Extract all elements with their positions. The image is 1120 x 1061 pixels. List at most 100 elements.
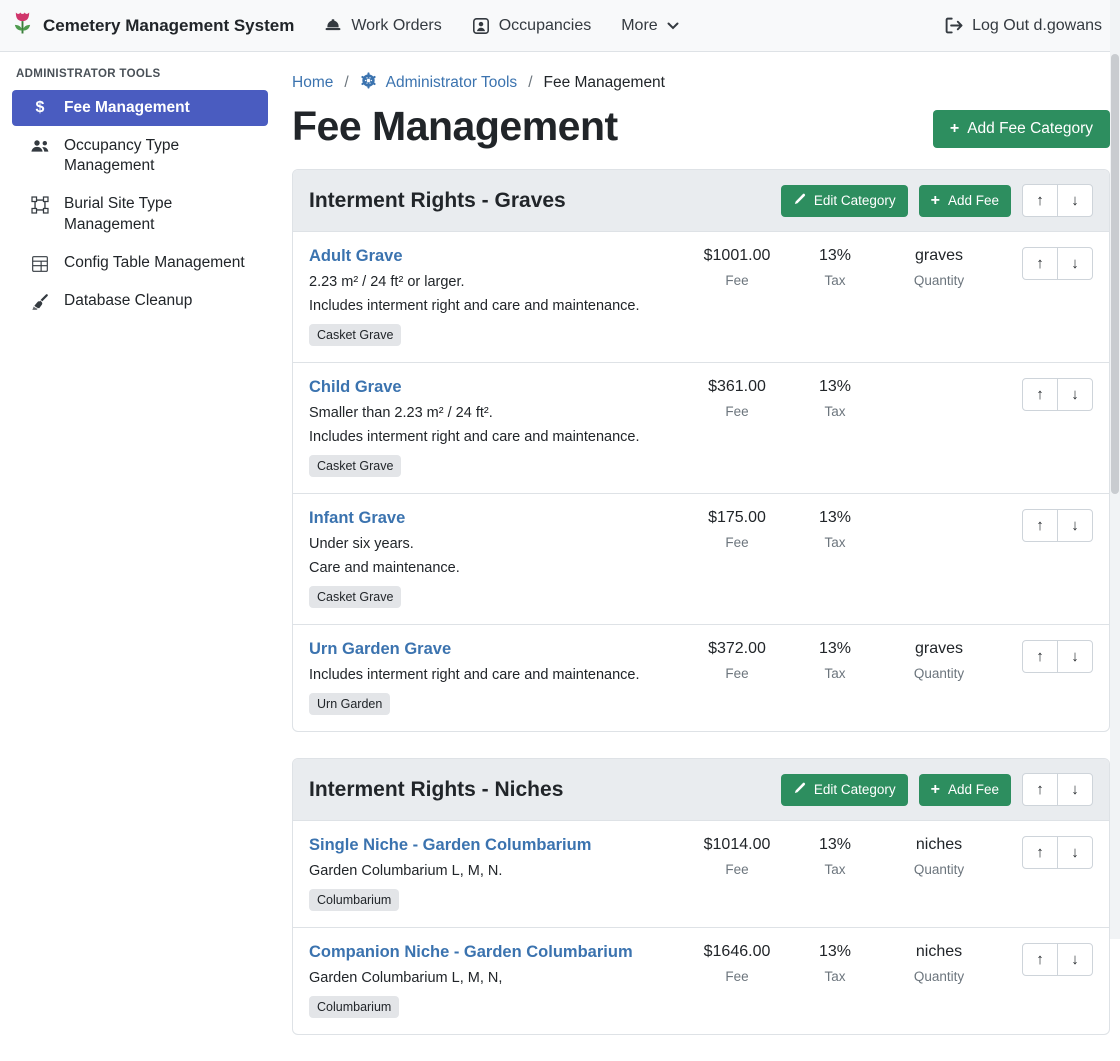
fee-name-link[interactable]: Companion Niche - Garden Columbarium bbox=[309, 943, 633, 962]
arrow-up-icon: ↑ bbox=[1036, 517, 1044, 534]
logout-link[interactable]: Log Out d.gowans bbox=[944, 16, 1102, 35]
breadcrumb-separator: / bbox=[528, 74, 532, 92]
fee-quantity-label: Quantity bbox=[878, 273, 1000, 288]
nav-label: Occupancies bbox=[499, 17, 592, 35]
add-fee-button[interactable]: + Add Fee bbox=[919, 774, 1011, 806]
fee-tax: 13% bbox=[792, 378, 878, 396]
fee-name-link[interactable]: Single Niche - Garden Columbarium bbox=[309, 836, 591, 855]
pencil-icon bbox=[793, 782, 806, 798]
arrow-down-icon: ↓ bbox=[1071, 517, 1079, 534]
top-navbar: Cemetery Management System Work Orders bbox=[0, 0, 1120, 52]
fee-description: Care and maintenance. bbox=[309, 560, 668, 576]
move-fee-up-button[interactable]: ↑ bbox=[1022, 943, 1058, 976]
nav-work-orders[interactable]: Work Orders bbox=[324, 17, 441, 35]
fee-quantity: niches bbox=[878, 836, 1000, 854]
move-category-up-button[interactable]: ↑ bbox=[1022, 184, 1058, 217]
fee-type-badge: Casket Grave bbox=[309, 586, 401, 608]
move-fee-down-button[interactable]: ↓ bbox=[1057, 509, 1093, 542]
app-title: Cemetery Management System bbox=[43, 16, 294, 36]
plus-icon: + bbox=[950, 121, 959, 137]
fee-amount-col: $1001.00 Fee bbox=[682, 247, 792, 288]
fee-name-link[interactable]: Urn Garden Grave bbox=[309, 640, 451, 659]
fee-row-child-grave: Child Grave Smaller than 2.23 m² / 24 ft… bbox=[293, 363, 1109, 494]
chevron-down-icon bbox=[667, 22, 679, 30]
fee-name-link[interactable]: Infant Grave bbox=[309, 509, 405, 528]
edit-category-button[interactable]: Edit Category bbox=[781, 185, 908, 217]
tulip-logo-icon bbox=[12, 10, 33, 41]
logout-label: Log Out d.gowans bbox=[972, 17, 1102, 35]
add-fee-category-button[interactable]: + Add Fee Category bbox=[933, 110, 1110, 148]
fee-row-adult-grave: Adult Grave 2.23 m² / 24 ft² or larger. … bbox=[293, 232, 1109, 363]
arrow-up-icon: ↑ bbox=[1036, 951, 1044, 968]
fee-reorder-buttons: ↑ ↓ bbox=[1022, 509, 1093, 542]
sidebar-item-fee-management[interactable]: $ Fee Management bbox=[12, 90, 268, 126]
fee-amount-label: Fee bbox=[682, 862, 792, 877]
fee-name-link[interactable]: Child Grave bbox=[309, 378, 402, 397]
breadcrumb-admin-tools-link[interactable]: Administrator Tools bbox=[360, 72, 518, 94]
sidebar-item-occupancy-type-management[interactable]: Occupancy Type Management bbox=[12, 128, 268, 184]
move-fee-up-button[interactable]: ↑ bbox=[1022, 247, 1058, 280]
fee-tax-label: Tax bbox=[792, 535, 878, 550]
fee-amount-label: Fee bbox=[682, 666, 792, 681]
fee-name-link[interactable]: Adult Grave bbox=[309, 247, 403, 266]
sidebar-item-burial-site-type-management[interactable]: Burial Site Type Management bbox=[12, 186, 268, 242]
fee-amount-label: Fee bbox=[682, 535, 792, 550]
sidebar-item-config-table-management[interactable]: Config Table Management bbox=[12, 245, 268, 281]
fee-amount: $175.00 bbox=[682, 509, 792, 527]
hard-hat-icon bbox=[324, 17, 342, 35]
nav-label: Work Orders bbox=[351, 17, 441, 35]
arrow-up-icon: ↑ bbox=[1036, 192, 1044, 209]
fee-category-card-graves: Interment Rights - Graves Edit Category … bbox=[292, 169, 1110, 732]
fee-amount-label: Fee bbox=[682, 969, 792, 984]
arrow-up-icon: ↑ bbox=[1036, 648, 1044, 665]
people-icon bbox=[30, 138, 50, 154]
arrow-up-icon: ↑ bbox=[1036, 781, 1044, 798]
vertical-scrollbar[interactable] bbox=[1110, 0, 1120, 939]
nav-label: More bbox=[621, 17, 657, 35]
app-brand[interactable]: Cemetery Management System bbox=[12, 10, 294, 41]
move-fee-up-button[interactable]: ↑ bbox=[1022, 640, 1058, 673]
add-fee-button[interactable]: + Add Fee bbox=[919, 185, 1011, 217]
move-fee-up-button[interactable]: ↑ bbox=[1022, 836, 1058, 869]
move-fee-up-button[interactable]: ↑ bbox=[1022, 509, 1058, 542]
plus-icon: + bbox=[931, 782, 940, 798]
arrow-down-icon: ↓ bbox=[1071, 781, 1079, 798]
fee-amount-col: $361.00 Fee bbox=[682, 378, 792, 419]
breadcrumb-separator: / bbox=[344, 74, 348, 92]
pencil-icon bbox=[793, 193, 806, 209]
breadcrumb-home-link[interactable]: Home bbox=[292, 74, 333, 92]
fee-reorder-buttons: ↑ ↓ bbox=[1022, 640, 1093, 673]
fee-tax-col: 13% Tax bbox=[792, 640, 878, 681]
category-title: Interment Rights - Niches bbox=[309, 778, 781, 802]
fee-amount: $1646.00 bbox=[682, 943, 792, 961]
move-fee-down-button[interactable]: ↓ bbox=[1057, 836, 1093, 869]
move-fee-down-button[interactable]: ↓ bbox=[1057, 247, 1093, 280]
page-title: Fee Management bbox=[292, 102, 618, 151]
move-category-up-button[interactable]: ↑ bbox=[1022, 773, 1058, 806]
arrow-down-icon: ↓ bbox=[1071, 951, 1079, 968]
logout-icon bbox=[944, 16, 963, 35]
move-fee-up-button[interactable]: ↑ bbox=[1022, 378, 1058, 411]
fee-quantity-col: graves Quantity bbox=[878, 247, 1000, 288]
fee-reorder-buttons: ↑ ↓ bbox=[1022, 247, 1093, 280]
fee-type-badge: Urn Garden bbox=[309, 693, 390, 715]
breadcrumb-label: Home bbox=[292, 74, 333, 92]
edit-category-button[interactable]: Edit Category bbox=[781, 774, 908, 806]
scrollbar-thumb[interactable] bbox=[1111, 54, 1119, 494]
admin-sidebar: ADMINISTRATOR TOOLS $ Fee Management Occ… bbox=[0, 52, 280, 321]
fee-tax: 13% bbox=[792, 943, 878, 961]
move-fee-down-button[interactable]: ↓ bbox=[1057, 640, 1093, 673]
move-category-down-button[interactable]: ↓ bbox=[1057, 184, 1093, 217]
move-category-down-button[interactable]: ↓ bbox=[1057, 773, 1093, 806]
fee-reorder-buttons: ↑ ↓ bbox=[1022, 836, 1093, 869]
arrow-down-icon: ↓ bbox=[1071, 648, 1079, 665]
sidebar-item-database-cleanup[interactable]: Database Cleanup bbox=[12, 283, 268, 319]
move-fee-down-button[interactable]: ↓ bbox=[1057, 943, 1093, 976]
fee-description: Smaller than 2.23 m² / 24 ft². bbox=[309, 405, 668, 421]
nav-more[interactable]: More bbox=[621, 17, 678, 35]
fee-reorder-buttons: ↑ ↓ bbox=[1022, 378, 1093, 411]
fee-amount-label: Fee bbox=[682, 273, 792, 288]
nav-occupancies[interactable]: Occupancies bbox=[472, 17, 592, 35]
move-fee-down-button[interactable]: ↓ bbox=[1057, 378, 1093, 411]
fee-quantity-col: niches Quantity bbox=[878, 836, 1000, 877]
